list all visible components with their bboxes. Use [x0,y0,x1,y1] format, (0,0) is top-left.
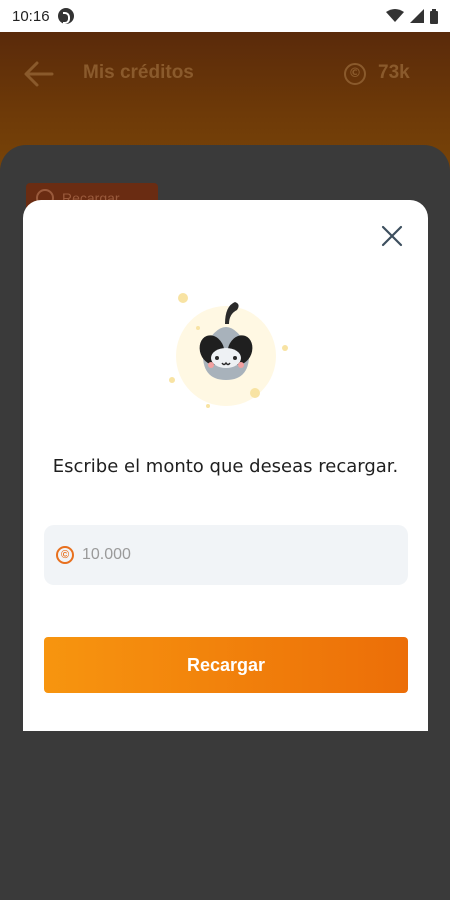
credits-balance: 73k [378,62,410,83]
app-notification-icon [57,8,74,24]
wifi-icon [386,9,404,22]
status-bar: 10:16 [0,0,450,32]
close-icon[interactable] [380,224,404,248]
amount-field[interactable]: © [44,525,408,585]
page-title: Mis créditos [83,62,194,83]
recharge-button[interactable]: Recargar [44,637,408,693]
mascot-illustration [169,293,288,408]
recharge-modal: Escribe el monto que deseas recargar. © … [23,200,428,731]
back-arrow-icon[interactable] [22,60,56,88]
coin-icon: © [344,63,366,85]
status-time: 10:16 [12,7,50,25]
amount-input[interactable] [82,546,382,564]
status-icons [386,8,438,24]
coin-icon: © [56,546,74,564]
recharge-prompt: Escribe el monto que deseas recargar. [52,456,399,477]
battery-icon [430,8,438,24]
signal-icon [410,9,424,23]
